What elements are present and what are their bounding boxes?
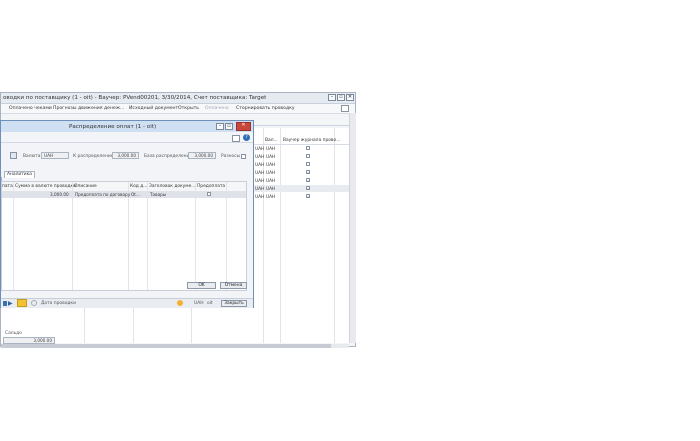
- grid-column-line: [147, 182, 148, 290]
- balance-label: Сальдо: [5, 331, 22, 336]
- notification-icon[interactable]: [31, 300, 37, 306]
- cell-currency: UAH: [266, 178, 276, 183]
- close-icon[interactable]: ✕: [236, 122, 251, 131]
- restore-icon[interactable]: ▫: [225, 123, 233, 130]
- tab-analytics[interactable]: Аналитика: [4, 171, 35, 178]
- column-header-currency[interactable]: Вал...: [265, 138, 278, 143]
- status-company: oit: [207, 301, 213, 306]
- cell-currency-code: UAH: [255, 178, 265, 183]
- nav-next-icon[interactable]: ▶: [8, 300, 13, 307]
- grid-column-line: [195, 182, 196, 290]
- horizontal-scrollbar[interactable]: [1, 344, 349, 348]
- grid-column-line: [72, 182, 73, 290]
- column-header-code[interactable]: Код д...: [130, 184, 147, 189]
- cell-amount: 3,000.00: [50, 192, 69, 197]
- cell-currency-code: UAH: [255, 146, 265, 151]
- dialog-titlebar: Распределение оплат (1 - oit) – ▫ ✕: [1, 121, 253, 132]
- grid-column-line: [280, 128, 281, 343]
- to-distribute-label: К распределению:: [73, 154, 116, 159]
- toolbar-reverse-transaction[interactable]: Сторнировать проводку: [236, 106, 295, 111]
- window-titlebar: оводки по поставщику (1 - oit) - Ваучер:…: [1, 93, 355, 104]
- status-bar: ▶ Дата проводки UAH oit Закрыть: [1, 298, 253, 308]
- differences-checkbox[interactable]: [241, 154, 246, 159]
- distribution-grid: пата Сумма в валюте проводки Описание Ко…: [1, 181, 247, 291]
- toolbar-open[interactable]: Открыть: [178, 106, 199, 111]
- row-checkbox[interactable]: [306, 162, 310, 166]
- toolbar-cash-flow-forecasts[interactable]: Прогнозы движения денеж...: [53, 106, 124, 111]
- ok-button[interactable]: OK: [187, 282, 216, 289]
- column-header-date[interactable]: пата: [2, 184, 13, 189]
- header-divider: [1, 142, 253, 143]
- grid-column-line: [263, 128, 264, 343]
- column-header-amount[interactable]: Сумма в валюте проводки: [15, 184, 76, 189]
- row-checkbox-checked[interactable]: ✓: [306, 178, 310, 183]
- cell-currency: UAH: [266, 194, 276, 199]
- dialog-title: Распределение оплат (1 - oit): [69, 124, 157, 130]
- scrollbar-thumb[interactable]: [1, 344, 331, 348]
- minimize-icon[interactable]: –: [216, 123, 224, 130]
- cell-currency: UAH: [266, 146, 276, 151]
- differences-label: Разносы: [221, 154, 241, 159]
- cell-currency-code: UAH: [255, 170, 265, 175]
- to-distribute-field: 3,000.00: [112, 152, 139, 159]
- currency-label: Валюта:: [23, 154, 42, 159]
- row-checkbox-checked[interactable]: ✓: [306, 186, 310, 191]
- row-checkbox[interactable]: [306, 146, 310, 150]
- close-button[interactable]: Закрыть: [221, 300, 247, 307]
- layout-icon[interactable]: [232, 135, 240, 142]
- cell-currency-code: UAH: [255, 162, 265, 167]
- cell-code: Ot...: [131, 192, 140, 197]
- cell-currency: UAH: [266, 186, 276, 191]
- column-header-document-title[interactable]: Заголовок докуме...: [149, 184, 196, 189]
- distribution-base-field: 3,000.00: [188, 152, 216, 159]
- action-toolbar: Оплачено чеками Прогнозы движения денеж.…: [1, 104, 355, 114]
- layout-icon[interactable]: [341, 105, 349, 112]
- row-checkbox-checked[interactable]: ✓: [306, 194, 310, 199]
- grid-column-line: [226, 182, 227, 290]
- posting-date-label: Дата проводки: [41, 301, 76, 306]
- cancel-button[interactable]: Отмена: [220, 282, 247, 289]
- prepayment-checkbox[interactable]: [207, 192, 211, 196]
- cell-document-title: Товары: [150, 192, 167, 197]
- distribution-base-label: База распределения:: [144, 154, 194, 159]
- window-title: оводки по поставщику (1 - oit) - Ваучер:…: [3, 95, 267, 101]
- nav-first-icon[interactable]: [3, 301, 7, 306]
- info-icon[interactable]: [177, 300, 183, 306]
- close-icon[interactable]: ✕: [346, 94, 354, 101]
- toolbar-paid-by-checks[interactable]: Оплачено чеками: [9, 106, 52, 111]
- cell-currency: UAH: [266, 170, 276, 175]
- minimize-icon[interactable]: –: [328, 94, 336, 101]
- grid-column-line: [128, 182, 129, 290]
- vertical-scrollbar[interactable]: [349, 113, 356, 343]
- edit-icon[interactable]: [17, 299, 27, 307]
- calendar-icon[interactable]: [10, 152, 17, 159]
- grid-column-line: [13, 182, 14, 290]
- currency-field[interactable]: UAH: [41, 152, 69, 159]
- cell-currency-code: UAH: [255, 154, 265, 159]
- cell-currency-code: UAH: [255, 194, 265, 199]
- column-header-description[interactable]: Описание: [74, 184, 97, 189]
- restore-icon[interactable]: ▫: [337, 94, 345, 101]
- header-divider: [254, 144, 349, 145]
- row-checkbox[interactable]: [306, 154, 310, 158]
- cell-currency-code: UAH: [255, 186, 265, 191]
- column-header-prepayment[interactable]: Предоплата: [197, 184, 225, 189]
- toolbar-source-document[interactable]: Исходный документ: [129, 106, 178, 111]
- row-checkbox-checked[interactable]: ✓: [306, 170, 310, 175]
- grid-column-line: [334, 128, 335, 343]
- status-currency: UAH: [194, 301, 204, 306]
- column-header-journal-voucher[interactable]: Ваучер журнала прово...: [283, 138, 340, 143]
- toolbar-paid[interactable]: Оплачено: [205, 106, 229, 111]
- cell-currency: UAH: [266, 162, 276, 167]
- cell-description: Предоплата по договору: [75, 192, 131, 197]
- cell-currency: UAH: [266, 154, 276, 159]
- payment-distribution-dialog: Распределение оплат (1 - oit) – ▫ ✕ ? Ва…: [0, 120, 254, 308]
- balance-field: 3,000.00: [3, 337, 55, 344]
- help-icon[interactable]: ?: [243, 134, 250, 141]
